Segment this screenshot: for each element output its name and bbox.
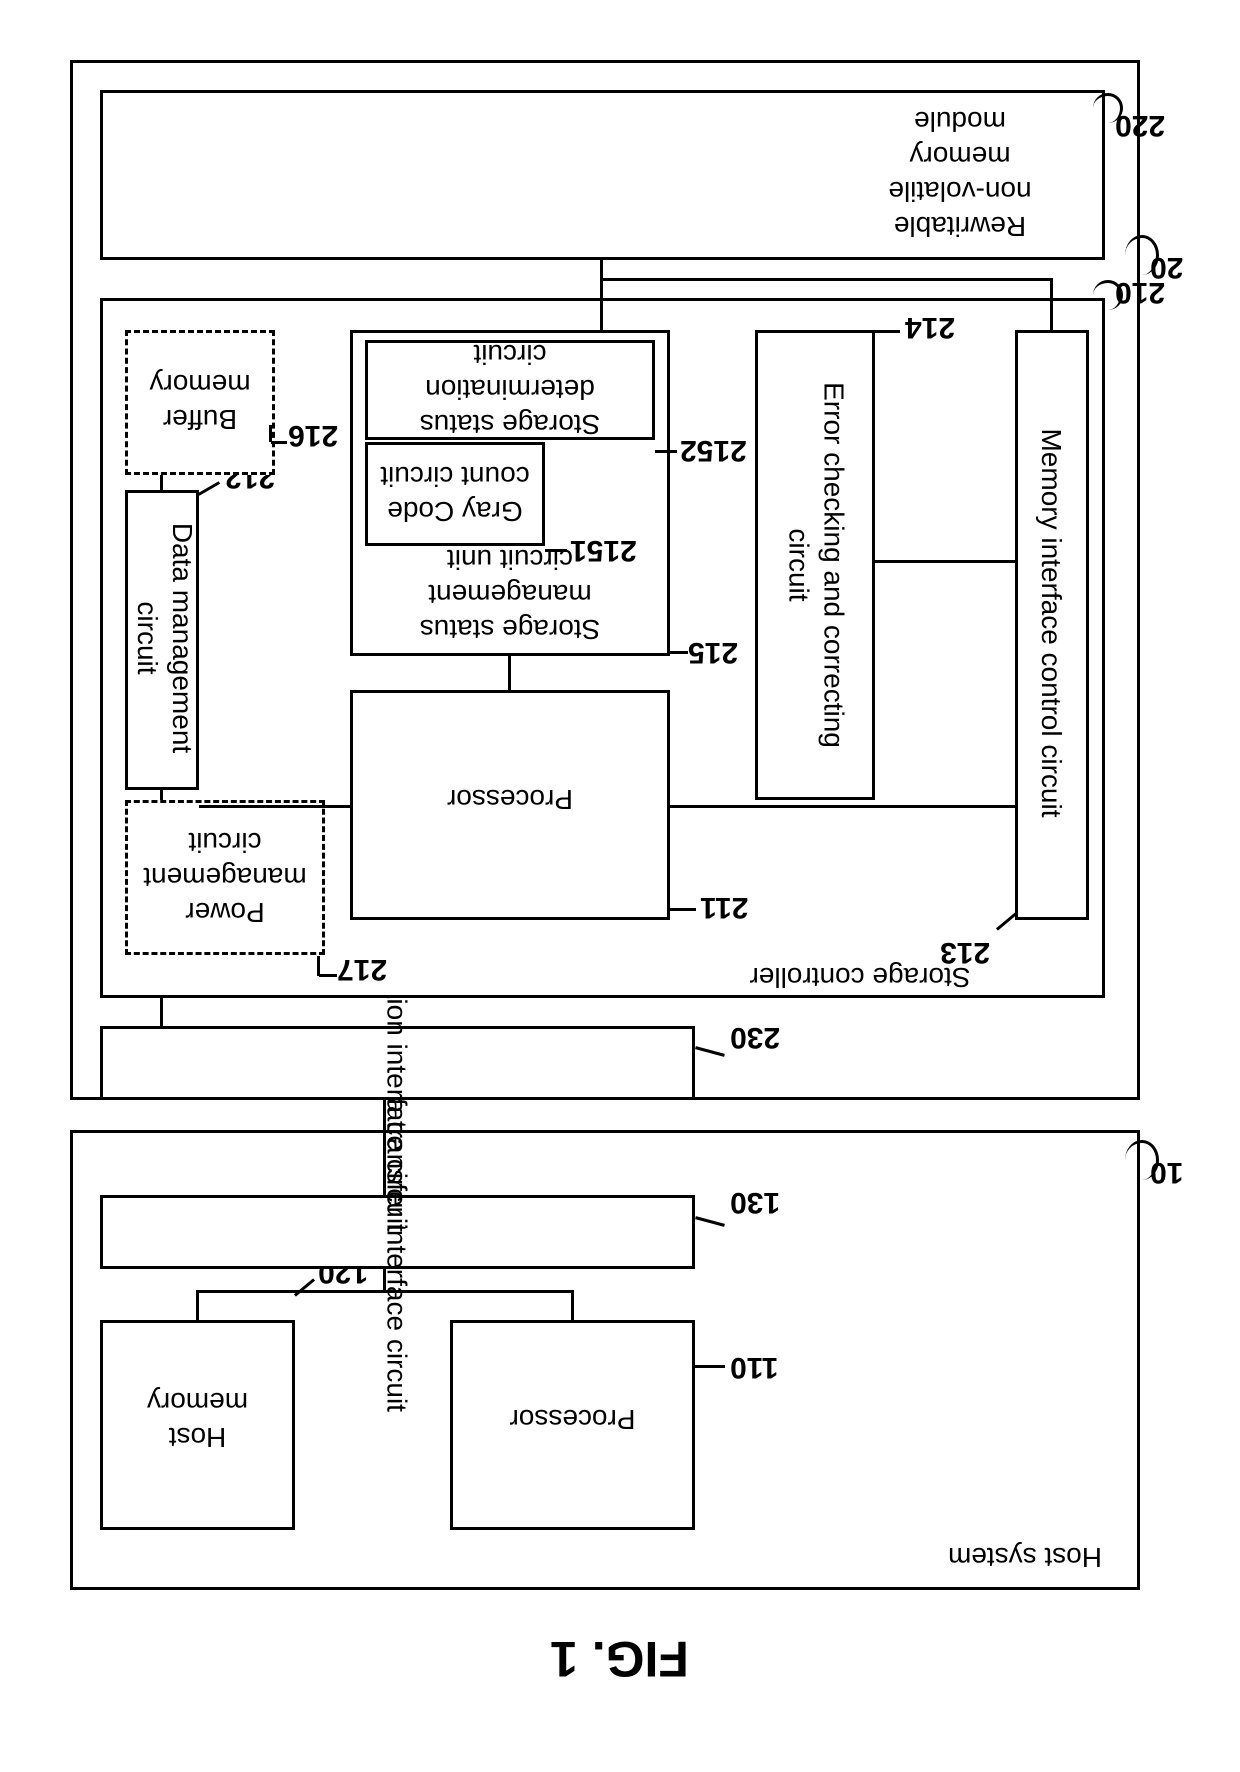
ref-220: 220	[1115, 108, 1165, 142]
conn-cic-dmc-h	[160, 998, 163, 1026]
leader-220	[1093, 93, 1123, 123]
buffer-label: Buffer memory	[125, 345, 275, 460]
power-label: Power management circuit	[125, 805, 325, 950]
ref-211: 211	[700, 890, 748, 924]
conn-proc-mic	[670, 805, 1015, 808]
figure-title: FIG. 1	[550, 1630, 689, 1688]
conn-dmc-buf	[160, 475, 163, 490]
ssdc-label: Storage status determination circuit	[365, 340, 655, 440]
conn-proc-ssmc	[508, 656, 511, 690]
buffer-text: Buffer memory	[149, 368, 250, 438]
leader-216-v	[269, 425, 272, 442]
conn-dmc-proc	[199, 805, 350, 808]
gcc-label: Gray Code count circuit	[365, 450, 545, 538]
ref-230: 230	[730, 1020, 780, 1054]
gcc-text: Gray Code count circuit	[380, 459, 529, 529]
conn-mic-rnvm-v	[1050, 278, 1053, 330]
power-text: Power management circuit	[143, 825, 306, 930]
leader-211	[670, 908, 696, 911]
leader-210	[1093, 280, 1123, 310]
rnvm-text: Rewritable non-volatile memory module	[888, 105, 1031, 245]
leader-110	[695, 1365, 725, 1368]
leader-2151	[545, 549, 567, 552]
ecc-label: Error checking and correcting circuit	[617, 373, 1017, 758]
ctrl-processor-label: Processor	[350, 750, 670, 850]
ref-130: 130	[730, 1185, 780, 1219]
conn-dmc-pwr	[160, 790, 163, 800]
ref-110: 110	[730, 1350, 778, 1384]
leader-217-h	[317, 956, 320, 976]
conn-mic-rnvm-h	[600, 278, 1052, 281]
leader-20	[1125, 235, 1159, 275]
ref-216: 216	[288, 418, 338, 452]
conn-mic-ecc	[875, 560, 1015, 563]
ssdc-text: Storage status determination circuit	[420, 338, 601, 443]
ref-214: 214	[905, 310, 955, 344]
ecc-text: Error checking and correcting circuit	[782, 382, 852, 748]
leader-10	[1125, 1140, 1159, 1180]
diagram-canvas: FIG. 1 Host system 10 Processor 110 Host…	[30, 30, 1210, 1742]
leader-214	[875, 330, 900, 333]
dmc-text: Data management circuit	[130, 523, 200, 753]
dmc-label: Data management circuit	[65, 473, 265, 803]
ref-213: 213	[940, 935, 990, 969]
ref-217: 217	[337, 952, 387, 986]
rnvm-label: Rewritable non-volatile memory module	[830, 97, 1090, 252]
host-system-label: Host system	[930, 1540, 1120, 1575]
leader-216-h	[271, 441, 287, 444]
conn-mic-rnvm	[600, 260, 603, 330]
leader-217-d	[319, 974, 337, 977]
